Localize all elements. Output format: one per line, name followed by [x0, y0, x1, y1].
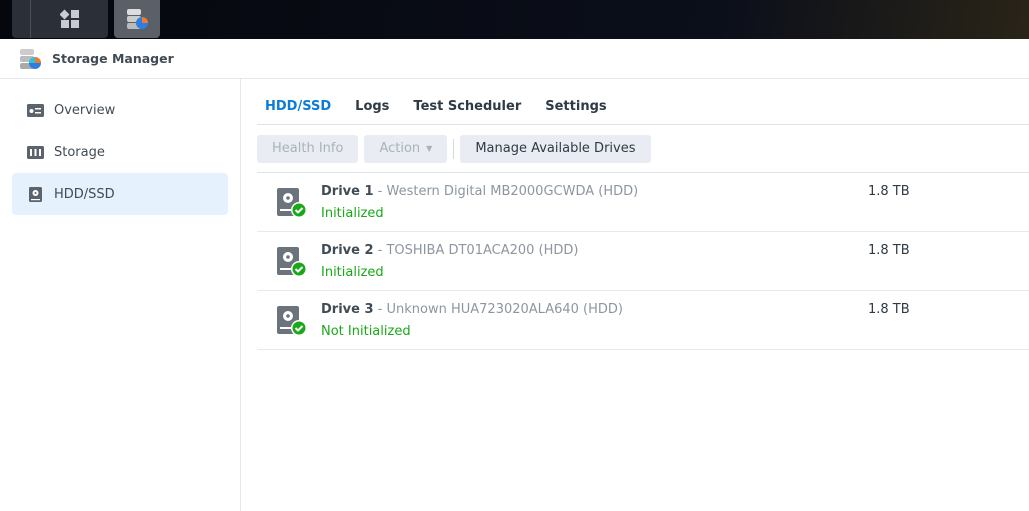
drive-row[interactable]: Drive 1 - Western Digital MB2000GCWDA (H…	[257, 173, 1029, 232]
health-info-button[interactable]: Health Info	[257, 134, 359, 163]
taskbar-storage-manager[interactable]	[114, 0, 160, 38]
tab-hdd-ssd[interactable]: HDD/SSD	[265, 99, 331, 124]
sidebar-item-storage[interactable]: Storage	[12, 131, 228, 173]
drive-row[interactable]: Drive 3 - Unknown HUA723020ALA640 (HDD) …	[257, 291, 1029, 350]
drive-list: Drive 1 - Western Digital MB2000GCWDA (H…	[257, 173, 1029, 350]
sidebar-item-label: Overview	[54, 102, 116, 118]
storage-manager-window: Storage Manager Overview Storage HDD/SSD…	[0, 39, 1029, 511]
toolbar: Health Info Action ▼ Manage Available Dr…	[257, 125, 1029, 173]
drive-size: 1.8 TB	[868, 302, 910, 317]
main-panel: HDD/SSD Logs Test Scheduler Settings Hea…	[257, 79, 1029, 511]
drive-model: - TOSHIBA DT01ACA200 (HDD)	[373, 243, 579, 258]
drive-name: Drive 3	[321, 302, 374, 317]
caret-down-icon: ▼	[426, 144, 433, 153]
drive-status: Initialized	[321, 265, 384, 280]
drive-status: Not Initialized	[321, 324, 411, 339]
sidebar-item-label: HDD/SSD	[54, 186, 115, 202]
hdd-healthy-icon	[277, 306, 307, 336]
sidebar: Overview Storage HDD/SSD	[0, 79, 241, 511]
sidebar-item-label: Storage	[54, 144, 105, 160]
main-menu-button[interactable]	[12, 0, 108, 38]
hdd-healthy-icon	[277, 247, 307, 277]
drive-model: - Unknown HUA723020ALA640 (HDD)	[373, 302, 623, 317]
tab-settings[interactable]: Settings	[545, 99, 606, 124]
tab-logs[interactable]: Logs	[355, 99, 389, 124]
sidebar-item-hdd-ssd[interactable]: HDD/SSD	[12, 173, 228, 215]
storage-manager-icon	[20, 48, 41, 69]
hdd-healthy-icon	[277, 188, 307, 218]
action-label: Action	[379, 141, 421, 156]
sidebar-item-overview[interactable]: Overview	[12, 89, 228, 131]
grid-icon	[60, 9, 79, 28]
action-button[interactable]: Action ▼	[364, 134, 448, 163]
manage-available-drives-button[interactable]: Manage Available Drives	[460, 134, 651, 163]
drive-status: Initialized	[321, 206, 384, 221]
storage-icon	[27, 145, 44, 159]
tab-bar: HDD/SSD Logs Test Scheduler Settings	[257, 79, 1029, 125]
drive-size: 1.8 TB	[868, 243, 910, 258]
storage-manager-icon	[127, 9, 148, 29]
overview-icon	[27, 103, 44, 117]
drive-name: Drive 2	[321, 243, 374, 258]
toolbar-divider	[453, 138, 455, 159]
drive-row[interactable]: Drive 2 - TOSHIBA DT01ACA200 (HDD) Initi…	[257, 232, 1029, 291]
drive-name: Drive 1	[321, 184, 374, 199]
window-title: Storage Manager	[52, 51, 174, 66]
taskbar	[0, 0, 1029, 39]
drive-model: - Western Digital MB2000GCWDA (HDD)	[373, 184, 639, 199]
drive-size: 1.8 TB	[868, 184, 910, 199]
tab-test-scheduler[interactable]: Test Scheduler	[413, 99, 521, 124]
hdd-icon	[29, 186, 42, 202]
title-bar: Storage Manager	[0, 39, 1029, 79]
